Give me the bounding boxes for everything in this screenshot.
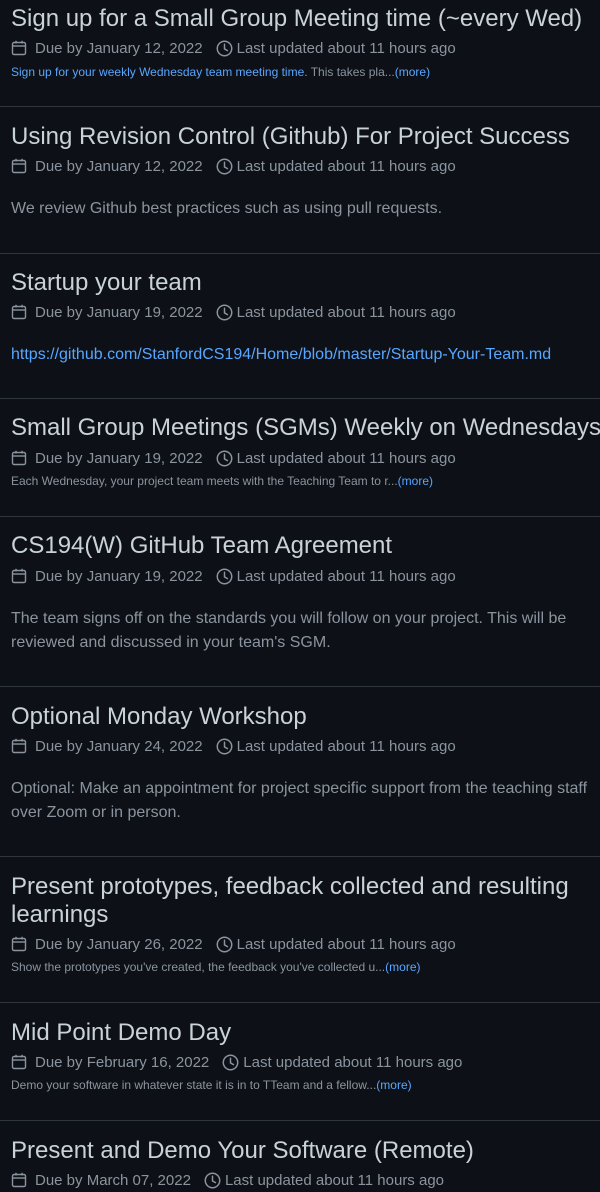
clock-icon	[222, 1054, 239, 1071]
last-updated: Last updated about 11 hours ago	[236, 157, 456, 175]
last-updated: Last updated about 11 hours ago	[236, 303, 456, 321]
milestone-meta: Due by January 26, 2022 Last updated abo…	[11, 934, 456, 954]
description-text: This takes pla...	[307, 65, 395, 79]
milestone-meta: Due by January 19, 2022 Last updated abo…	[11, 448, 456, 468]
milestone-title[interactable]: Mid Point Demo Day	[11, 1019, 600, 1047]
milestone-description: Show the prototypes you've created, the …	[11, 959, 421, 975]
milestone-title[interactable]: Using Revision Control (Github) For Proj…	[11, 123, 600, 151]
due-date: Due by January 12, 2022	[35, 39, 203, 57]
calendar-icon	[11, 450, 27, 466]
clock-icon	[216, 158, 233, 175]
milestone-item: Optional Monday Workshop Due by January …	[0, 687, 600, 857]
calendar-icon	[11, 1054, 27, 1070]
due-date: Due by February 16, 2022	[35, 1053, 210, 1071]
description-line-1: The team signs off on the standards you …	[11, 610, 567, 627]
due-date: Due by January 24, 2022	[35, 737, 203, 755]
description-link[interactable]: Sign up for your weekly Wednesday team m…	[11, 65, 308, 79]
last-updated: Last updated about 11 hours ago	[243, 1053, 463, 1071]
milestone-description: Sign up for your weekly Wednesday team m…	[11, 64, 430, 80]
clock-icon	[216, 936, 233, 953]
milestone-item: Present and Demo Your Software (Remote) …	[0, 1121, 600, 1192]
last-updated: Last updated about 11 hours ago	[236, 737, 456, 755]
milestone-meta: Due by January 24, 2022 Last updated abo…	[11, 736, 456, 756]
milestone-meta: Due by February 16, 2022 Last updated ab…	[11, 1052, 462, 1072]
last-updated: Last updated about 11 hours ago	[236, 567, 456, 585]
milestone-item: Mid Point Demo Day Due by February 16, 2…	[0, 1003, 600, 1121]
more-link[interactable]: (more)	[385, 960, 420, 974]
calendar-icon	[11, 1172, 27, 1188]
milestone-item: CS194(W) GitHub Team Agreement Due by Ja…	[0, 517, 600, 687]
clock-icon	[204, 1172, 221, 1189]
due-date: Due by January 26, 2022	[35, 935, 203, 953]
more-link[interactable]: (more)	[395, 65, 430, 79]
more-link[interactable]: (more)	[398, 474, 433, 488]
last-updated: Last updated about 11 hours ago	[224, 1171, 445, 1189]
calendar-icon	[11, 304, 27, 320]
milestone-meta: Due by January 19, 2022 Last updated abo…	[11, 302, 456, 322]
description-line-2: reviewed and discussed in your team's SG…	[11, 634, 331, 651]
due-date: Due by January 12, 2022	[35, 157, 203, 175]
description-link[interactable]: https://github.com/StanfordCS194/Home/bl…	[11, 343, 551, 367]
last-updated: Last updated about 11 hours ago	[236, 935, 456, 953]
milestone-title[interactable]: Optional Monday Workshop	[11, 703, 600, 731]
milestone-title[interactable]: CS194(W) GitHub Team Agreement	[11, 532, 600, 560]
milestone-item: Small Group Meetings (SGMs) Weekly on We…	[0, 399, 600, 517]
milestone-description: Demo your software in whatever state it …	[11, 1077, 412, 1093]
milestone-meta: Due by March 07, 2022 Last updated about…	[11, 1170, 444, 1190]
clock-icon	[216, 304, 233, 321]
milestone-item: Present prototypes, feedback collected a…	[0, 857, 600, 1003]
description-line-2: over Zoom or in person.	[11, 804, 181, 821]
more-link[interactable]: (more)	[376, 1078, 411, 1092]
milestone-description: We review Github best practices such as …	[11, 200, 443, 217]
calendar-icon	[11, 568, 27, 584]
clock-icon	[216, 738, 233, 755]
calendar-icon	[11, 158, 27, 174]
due-date: Due by March 07, 2022	[35, 1171, 191, 1189]
milestone-meta: Due by January 12, 2022 Last updated abo…	[11, 156, 456, 176]
milestone-item: Using Revision Control (Github) For Proj…	[0, 107, 600, 254]
description-text: Each Wednesday, your project team meets …	[11, 474, 398, 488]
calendar-icon	[11, 40, 27, 56]
milestone-description: Each Wednesday, your project team meets …	[11, 473, 433, 489]
milestone-item: Sign up for a Small Group Meeting time (…	[0, 0, 600, 107]
calendar-icon	[11, 936, 27, 952]
clock-icon	[216, 568, 233, 585]
description-line-1: Optional: Make an appointment for projec…	[11, 780, 588, 797]
milestone-meta: Due by January 19, 2022 Last updated abo…	[11, 566, 456, 586]
milestone-title[interactable]: Present prototypes, feedback collected a…	[11, 873, 570, 929]
clock-icon	[216, 450, 233, 467]
due-date: Due by January 19, 2022	[35, 567, 203, 585]
milestone-title[interactable]: Small Group Meetings (SGMs) Weekly on We…	[11, 414, 600, 442]
description-text: Show the prototypes you've created, the …	[11, 960, 386, 974]
due-date: Due by January 19, 2022	[35, 303, 203, 321]
calendar-icon	[11, 738, 27, 754]
last-updated: Last updated about 11 hours ago	[236, 39, 456, 57]
milestone-meta: Due by January 12, 2022 Last updated abo…	[11, 38, 456, 58]
milestone-title[interactable]: Present and Demo Your Software (Remote)	[11, 1137, 600, 1165]
due-date: Due by January 19, 2022	[35, 449, 203, 467]
milestone-title[interactable]: Startup your team	[11, 269, 600, 297]
milestone-title[interactable]: Sign up for a Small Group Meeting time (…	[11, 5, 600, 33]
description-text: Demo your software in whatever state it …	[11, 1078, 377, 1092]
last-updated: Last updated about 11 hours ago	[236, 449, 456, 467]
clock-icon	[216, 40, 233, 57]
milestone-item: Startup your team Due by January 19, 202…	[0, 254, 600, 399]
